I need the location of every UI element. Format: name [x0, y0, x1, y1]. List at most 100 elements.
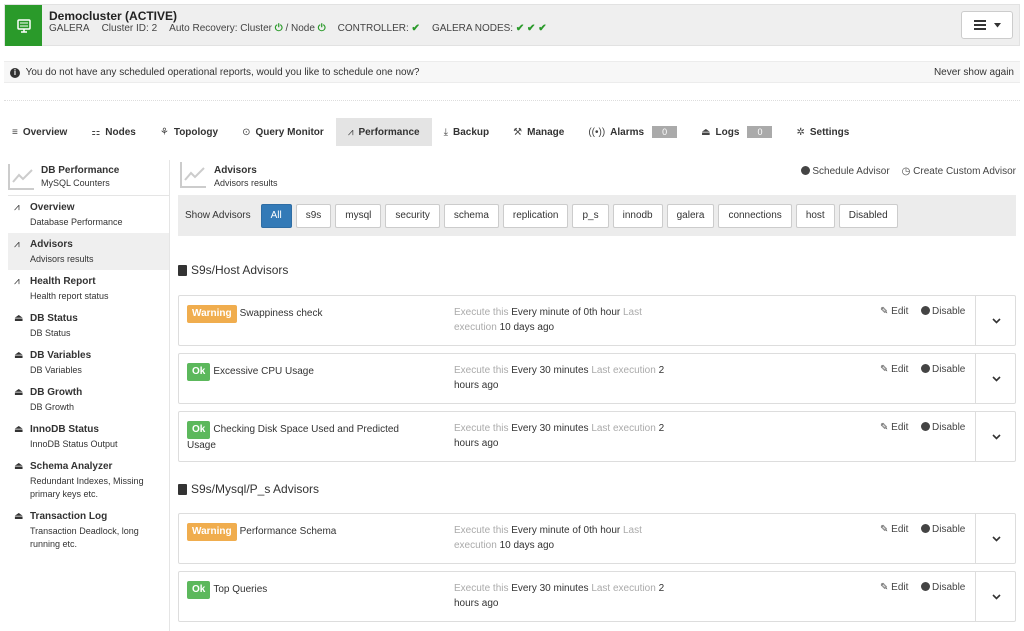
- sidebar-item-db-status[interactable]: ⏏ DB Status DB Status: [8, 307, 169, 344]
- gear-icon: ✲: [796, 126, 805, 138]
- database-icon: ⏏: [14, 313, 24, 324]
- topology-icon: ⚘: [159, 126, 169, 138]
- sidebar-item-innodb-status[interactable]: ⏏ InnoDB Status InnoDB Status Output: [8, 418, 169, 455]
- tab-alarms[interactable]: ((•)) Alarms 0: [576, 118, 689, 146]
- chevron-down-icon: [991, 317, 1001, 324]
- advisor-name: Ok Top Queries: [187, 581, 427, 599]
- advisors-header: Advisors Advisors results Schedule Advis…: [180, 160, 1020, 192]
- tab-nodes[interactable]: ⚏ Nodes: [79, 118, 148, 146]
- list-icon: [973, 20, 986, 30]
- filter-all[interactable]: All: [260, 203, 292, 228]
- chart-icon: ⩘: [347, 126, 354, 138]
- chart-icon: ⩘: [14, 202, 20, 213]
- power-icon[interactable]: ⏻: [275, 23, 283, 34]
- check-icon: ✔: [515, 23, 525, 34]
- cluster-id: Cluster ID: 2: [101, 23, 158, 34]
- query-monitor-icon: ⊙: [242, 126, 251, 138]
- edit-button[interactable]: ✎ Edit: [880, 306, 908, 317]
- chart-icon: ⩘: [14, 276, 20, 287]
- chevron-down-icon: [991, 433, 1001, 440]
- auto-recovery: Auto Recovery: Cluster ⏻ / Node ⏻: [169, 23, 326, 34]
- filter-connections[interactable]: connections: [718, 203, 792, 228]
- tab-manage[interactable]: ⚒ Manage: [501, 118, 576, 146]
- server-icon: [5, 5, 42, 46]
- advisor-name: Ok Excessive CPU Usage: [187, 363, 427, 381]
- status-badge: Warning: [187, 523, 237, 541]
- chevron-down-icon: [991, 535, 1001, 542]
- sidebar-item-db-variables[interactable]: ⏏ DB Variables DB Variables: [8, 344, 169, 381]
- edit-icon: ✎: [880, 582, 892, 593]
- sidebar-item-advisors[interactable]: ⩘ Advisors Advisors results: [8, 233, 169, 270]
- expand-button[interactable]: [975, 514, 1016, 563]
- create-custom-advisor-button[interactable]: ◷ Create Custom Advisor: [902, 166, 1016, 177]
- disable-button[interactable]: Disable: [921, 306, 965, 317]
- edit-button[interactable]: ✎ Edit: [880, 524, 908, 535]
- advisor-schedule: Execute this Every minute of 0th hour La…: [454, 307, 642, 333]
- database-icon: ⏏: [14, 424, 24, 435]
- filter-s9s[interactable]: s9s: [295, 203, 332, 228]
- tab-overview[interactable]: ≡ Overview: [0, 118, 79, 146]
- tab-logs[interactable]: ⏏ Logs 0: [689, 118, 784, 146]
- edit-button[interactable]: ✎ Edit: [880, 422, 908, 433]
- nodes-icon: ⚏: [91, 126, 101, 138]
- sidebar-item-overview[interactable]: ⩘ Overview Database Performance: [8, 196, 169, 233]
- tab-settings[interactable]: ✲ Settings: [784, 118, 861, 146]
- filter-mysql[interactable]: mysql: [335, 203, 382, 228]
- check-icon: ✔: [538, 23, 547, 34]
- sidebar-item-transaction-log[interactable]: ⏏ Transaction Log Transaction Deadlock, …: [8, 505, 169, 555]
- database-icon: ⏏: [14, 350, 24, 361]
- advisor-schedule: Execute this Every 30 minutes Last execu…: [454, 365, 665, 391]
- advisor-schedule: Execute this Every 30 minutes Last execu…: [454, 583, 665, 609]
- galera-nodes-status: GALERA NODES: ✔ ✔ ✔: [431, 23, 547, 34]
- schedule-notice: i You do not have any scheduled operatio…: [4, 61, 1020, 83]
- expand-button[interactable]: [975, 572, 1016, 621]
- cluster-header: Democluster (ACTIVE) GALERA Cluster ID: …: [4, 4, 1020, 46]
- notice-text: You do not have any scheduled operationa…: [25, 67, 420, 78]
- sidebar-title: DB Performance: [41, 165, 120, 176]
- alarm-icon: ((•)): [588, 126, 606, 138]
- disable-icon: [921, 306, 930, 315]
- check-icon: ✔: [411, 23, 420, 34]
- tab-performance[interactable]: ⩘ Performance: [335, 118, 432, 146]
- filter-galera[interactable]: galera: [666, 203, 715, 228]
- check-icon: ✔: [527, 23, 536, 34]
- filter-security[interactable]: security: [385, 203, 440, 228]
- sidebar-item-health-report[interactable]: ⩘ Health Report Health report status: [8, 270, 169, 307]
- disable-button[interactable]: Disable: [921, 364, 965, 375]
- power-icon[interactable]: ⏻: [318, 23, 326, 34]
- filter-host[interactable]: host: [795, 203, 835, 228]
- cluster-actions-dropdown[interactable]: [961, 11, 1013, 39]
- section-title: S9s/Mysql/P_s Advisors: [178, 482, 319, 496]
- edit-button[interactable]: ✎ Edit: [880, 582, 908, 593]
- filter-replication[interactable]: replication: [502, 203, 569, 228]
- expand-button[interactable]: [975, 354, 1016, 403]
- disable-button[interactable]: Disable: [921, 582, 965, 593]
- sidebar-item-schema-analyzer[interactable]: ⏏ Schema Analyzer Redundant Indexes, Mis…: [8, 455, 169, 505]
- filter-disabled[interactable]: Disabled: [838, 203, 898, 228]
- tab-backup[interactable]: ⤓ Backup: [432, 118, 502, 146]
- edit-button[interactable]: ✎ Edit: [880, 364, 908, 375]
- divider: [4, 100, 1020, 101]
- advisor-name: Warning Performance Schema: [187, 523, 427, 541]
- filter-p-s[interactable]: p_s: [572, 203, 609, 228]
- status-badge: Ok: [187, 363, 211, 381]
- line-chart-icon: [8, 164, 34, 190]
- sidebar-header: DB Performance MySQL Counters: [8, 160, 169, 196]
- sidebar-item-db-growth[interactable]: ⏏ DB Growth DB Growth: [8, 381, 169, 418]
- expand-button[interactable]: [975, 296, 1016, 345]
- advisor-actions: Schedule Advisor ◷ Create Custom Advisor: [801, 166, 1016, 177]
- edit-icon: ✎: [880, 364, 892, 375]
- filter-innodb[interactable]: innodb: [612, 203, 663, 228]
- filter-schema[interactable]: schema: [443, 203, 499, 228]
- tab-query-monitor[interactable]: ⊙ Query Monitor: [230, 118, 336, 146]
- advisor-row: Ok Excessive CPU Usage Execute this Every…: [178, 353, 1016, 404]
- sidebar-subtitle: MySQL Counters: [41, 178, 110, 188]
- schedule-advisor-button[interactable]: Schedule Advisor: [801, 166, 890, 177]
- disable-icon: [921, 422, 930, 431]
- disable-button[interactable]: Disable: [921, 524, 965, 535]
- expand-button[interactable]: [975, 412, 1016, 461]
- never-show-again-link[interactable]: Never show again: [934, 62, 1014, 84]
- tab-topology[interactable]: ⚘ Topology: [148, 118, 230, 146]
- advisor-row: Ok Top Queries Execute this Every 30 minu…: [178, 571, 1016, 622]
- disable-button[interactable]: Disable: [921, 422, 965, 433]
